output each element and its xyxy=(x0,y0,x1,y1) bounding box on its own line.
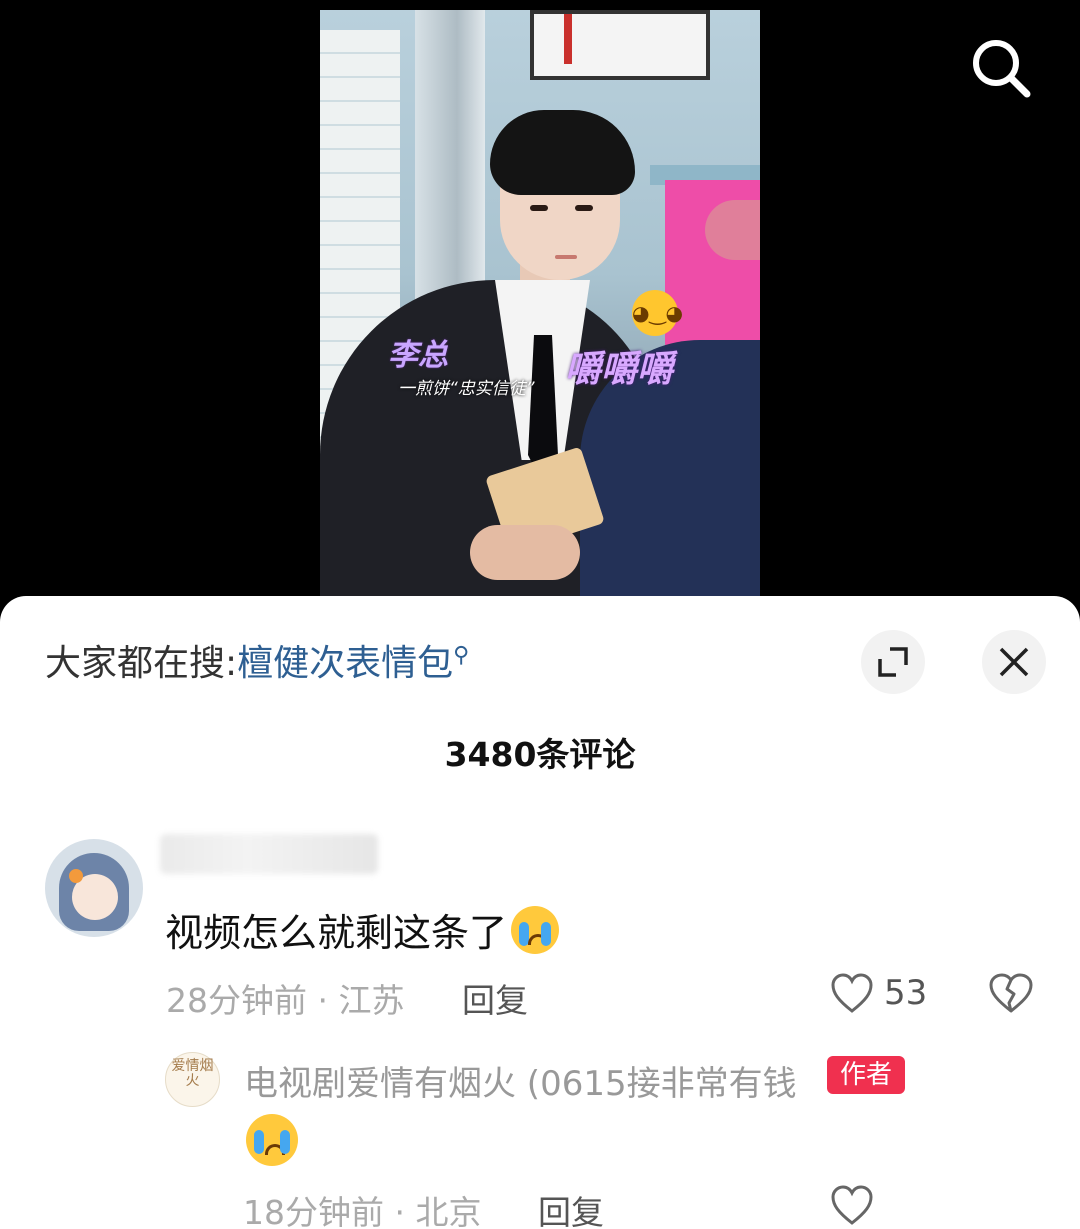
expand-button[interactable] xyxy=(861,630,925,694)
username-blurred[interactable] xyxy=(160,834,378,874)
avatar[interactable] xyxy=(45,839,143,937)
dislike-button[interactable] xyxy=(988,972,1034,1018)
author-badge: 作者 xyxy=(827,1056,905,1094)
comment-count: 3480条评论 xyxy=(444,735,636,774)
video-caption-chew: 嚼嚼嚼 xyxy=(565,349,674,390)
author-avatar[interactable]: 爱情烟火 xyxy=(165,1052,220,1107)
reply-button[interactable]: 回复 xyxy=(538,1186,604,1229)
search-button[interactable] xyxy=(965,32,1037,104)
hot-search-prefix: 大家都在搜: xyxy=(45,643,238,684)
actor-eye xyxy=(575,205,593,211)
wink-emoji-icon: ◕‿◕ xyxy=(632,290,683,336)
comment-meta: 28分钟前 · 江苏 xyxy=(166,981,405,1020)
close-icon xyxy=(999,647,1029,677)
heart-icon xyxy=(831,973,873,1013)
video-caption-name: 李总 xyxy=(388,338,448,373)
search-icon xyxy=(973,40,1031,98)
actor-hair xyxy=(490,110,635,195)
hot-search-bar[interactable]: 大家都在搜:檀健次表情包⚲ xyxy=(45,634,469,686)
like-count: 53 xyxy=(884,973,928,1013)
like-button[interactable]: 53 xyxy=(830,972,927,1014)
comment-sheet: 大家都在搜:檀健次表情包⚲ 3480条评论 视频怎么就剩这条了 28分钟前 · … xyxy=(0,596,1080,1229)
actor-hands xyxy=(470,525,580,580)
close-button[interactable] xyxy=(982,630,1046,694)
heart-icon xyxy=(831,1185,873,1225)
crying-emoji-icon xyxy=(511,906,560,954)
actor-eye xyxy=(530,205,548,211)
reply-button[interactable]: 回复 xyxy=(462,974,528,1022)
hot-search-term[interactable]: 檀健次表情包 xyxy=(237,643,453,684)
crying-emoji-icon xyxy=(246,1114,298,1166)
comment-body: 视频怎么就剩这条了 xyxy=(165,911,508,955)
expand-icon xyxy=(878,647,908,677)
reply-text xyxy=(246,1114,298,1170)
bystander-cap xyxy=(705,200,760,260)
search-icon: ⚲ xyxy=(453,643,470,668)
reply-meta: 18分钟前 · 北京 xyxy=(243,1193,482,1229)
video-caption-sub: 一煎饼“忠实信徒” xyxy=(398,379,535,399)
actor-mouth xyxy=(555,255,577,259)
author-name[interactable]: 电视剧爱情有烟火 (0615接非常有钱 xyxy=(244,1056,797,1105)
like-button[interactable] xyxy=(830,1184,874,1226)
video-player[interactable]: ◕‿◕ 李总 一煎饼“忠实信徒” 嚼嚼嚼 xyxy=(320,10,760,596)
comment-text: 视频怎么就剩这条了 xyxy=(165,902,560,957)
street-sign xyxy=(530,10,710,80)
broken-heart-icon xyxy=(989,973,1033,1013)
